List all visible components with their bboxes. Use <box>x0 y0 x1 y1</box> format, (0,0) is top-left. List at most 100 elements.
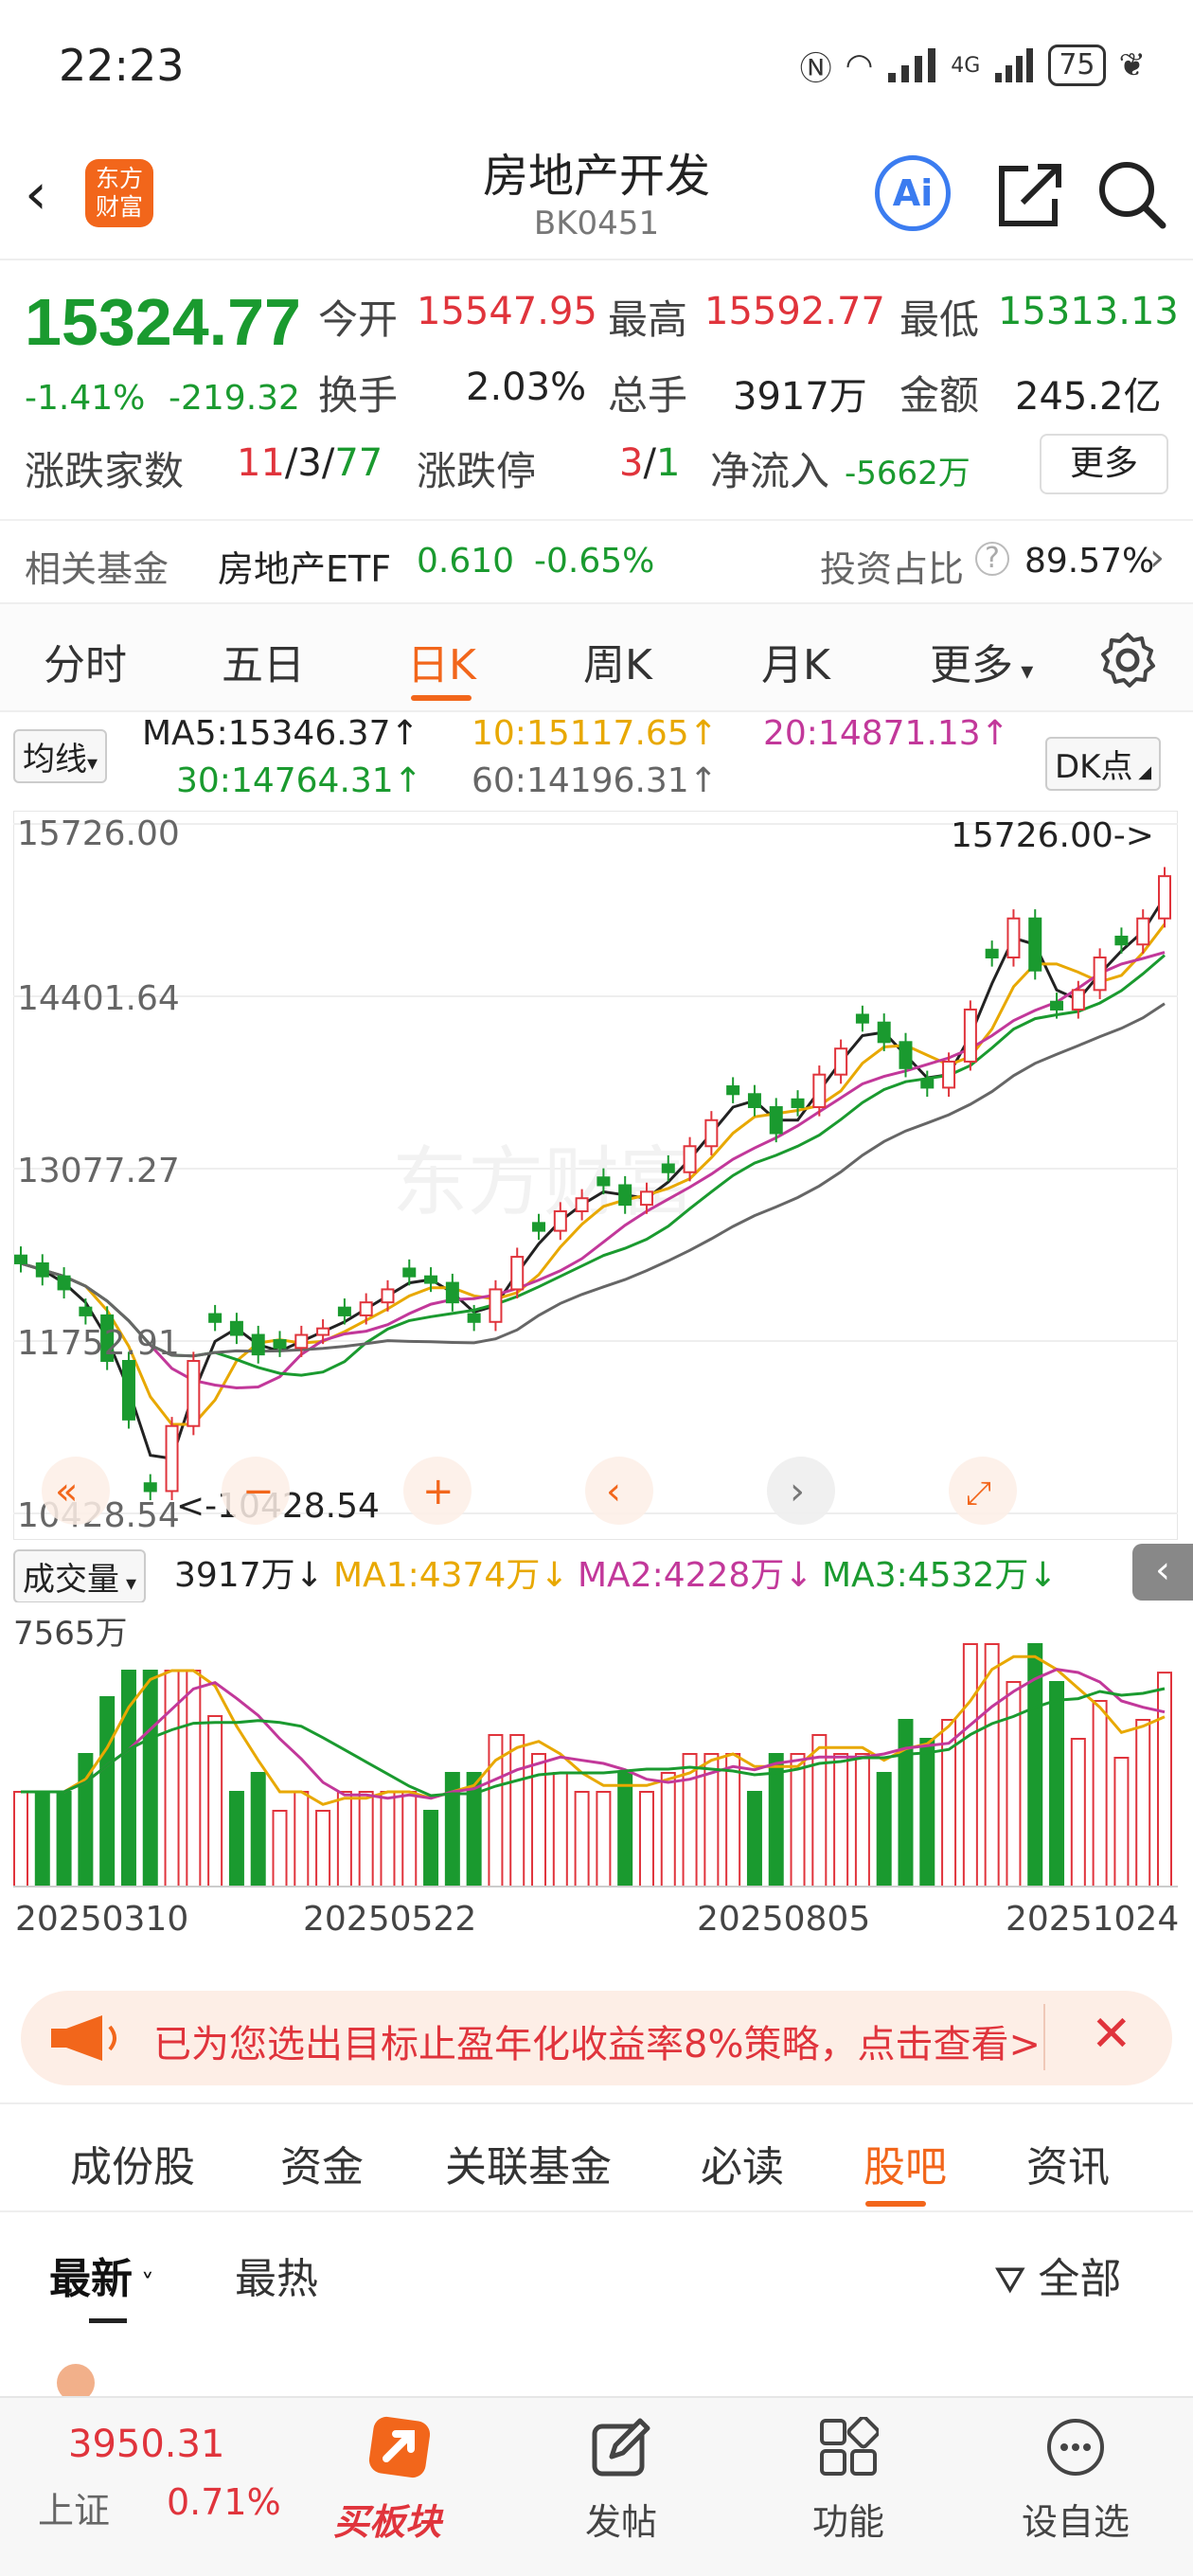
grid-icon <box>820 2417 879 2476</box>
scroll-right-button[interactable]: › <box>767 1457 835 1525</box>
candle-body <box>1136 917 1150 946</box>
volume-bar <box>509 1734 525 1887</box>
volume-bar <box>294 1791 310 1887</box>
tab-weekly-k[interactable]: 周K <box>583 631 652 691</box>
breadth-label: 涨跌家数 <box>25 448 185 494</box>
sort-latest[interactable]: 最新 ˅ <box>49 2245 154 2305</box>
candle-body <box>704 1118 719 1148</box>
netflow-label: 净流入 <box>710 448 830 494</box>
function-label: 功能 <box>811 2501 884 2543</box>
bottom-nav: 3950.31 上证 0.71% 买板块 发帖 功能 设自选 <box>0 2396 1193 2576</box>
index-name: 上证 <box>38 2490 111 2531</box>
volume-bar <box>919 1738 935 1887</box>
volume-bar <box>207 1715 223 1887</box>
caret-down-icon: ▾ <box>1013 657 1034 686</box>
date-tick: 20250522 <box>303 1900 477 1939</box>
ma30-value: 30:14764.31↑ <box>176 761 422 800</box>
tab-forum[interactable]: 股吧 <box>864 2133 947 2193</box>
buy-block-icon <box>368 2416 431 2478</box>
filter-button[interactable]: ⛛ 全部 <box>994 2245 1121 2305</box>
close-icon[interactable]: ✕ <box>1091 2006 1132 2063</box>
volume-bar <box>725 1753 741 1887</box>
breadth-up: 11 <box>237 441 285 485</box>
buy-block-button[interactable]: 买板块 <box>312 2398 483 2576</box>
tab-news[interactable]: 资讯 <box>1026 2133 1110 2193</box>
candle-body <box>1093 956 1107 992</box>
collapse-panel-button[interactable]: ‹ <box>1132 1544 1193 1601</box>
volume-bar <box>854 1753 870 1887</box>
candle-body <box>1114 936 1129 946</box>
volume-bar <box>186 1670 202 1887</box>
help-icon[interactable]: ? <box>975 542 1009 576</box>
tab-more[interactable]: 更多 ▾ <box>930 631 1033 691</box>
buy-block-label: 买板块 <box>333 2501 442 2543</box>
tab-daily-k[interactable]: 日K <box>407 631 476 691</box>
settings-gear-icon[interactable] <box>1098 631 1157 689</box>
candle-body <box>510 1256 525 1291</box>
tab-must-read[interactable]: 必读 <box>701 2133 784 2193</box>
ai-assistant-icon[interactable]: Ai <box>875 155 951 231</box>
fullscreen-button[interactable]: ⤢ <box>949 1457 1017 1525</box>
chart-left-fast-button[interactable]: « <box>42 1457 110 1525</box>
tab-components[interactable]: 成份股 <box>70 2133 195 2193</box>
volume-selector[interactable]: 成交量 ▾ <box>13 1549 147 1603</box>
candle-body <box>877 1021 891 1044</box>
nfc-icon: Ⓝ <box>799 49 832 88</box>
scroll-left-button[interactable]: ‹ <box>585 1457 653 1525</box>
ma-selector[interactable]: 均线▾ <box>13 729 108 783</box>
date-tick: 20251024 <box>1006 1900 1180 1939</box>
breadth-values: 11/3/77 <box>237 441 383 485</box>
candle-body <box>187 1360 201 1427</box>
active-tab-indicator <box>865 2201 926 2207</box>
candle-body <box>467 1313 481 1323</box>
chart-period-tabs: 分时 五日 日K 周K 月K 更多 ▾ <box>0 602 1193 712</box>
kline-chart[interactable]: 东方财富 15726.0014401.6413077.2711752.91104… <box>12 810 1179 1541</box>
search-icon[interactable] <box>1093 153 1168 233</box>
candle-body <box>834 1047 848 1076</box>
function-button[interactable]: 功能 <box>754 2398 943 2576</box>
index-ticker[interactable]: 3950.31 上证 0.71% <box>0 2398 281 2576</box>
promo-banner[interactable]: 已为您选出目标止盈年化收益率8%策略，点击查看> ✕ <box>21 1991 1172 2085</box>
index-value: 3950.31 <box>68 2423 225 2466</box>
leaf-icon: ❦ <box>1118 46 1147 84</box>
volume-legend-row: 成交量 ▾ 3917万↓ MA1:4374万↓ MA2:4228万↓ MA3:4… <box>0 1540 1193 1603</box>
tab-monthly-k[interactable]: 月K <box>761 631 830 691</box>
ma20-value: 20:14871.13↑ <box>763 714 1009 753</box>
volume-bar <box>358 1791 374 1887</box>
post-button[interactable]: 发帖 <box>526 2398 716 2576</box>
candle-body <box>251 1333 265 1356</box>
candle-body <box>942 1060 956 1089</box>
related-fund-row[interactable]: 相关基金 房地产ETF 0.610 -0.65% 投资占比 ? 89.57% › <box>0 519 1193 600</box>
volume-bar <box>876 1772 892 1887</box>
tab-funds-flow[interactable]: 资金 <box>280 2133 364 2193</box>
zoom-in-button[interactable]: + <box>403 1457 472 1525</box>
share-icon[interactable] <box>990 153 1066 233</box>
filter-icon: ⛛ <box>994 2259 1039 2302</box>
candle-body <box>316 1327 330 1336</box>
chevron-right-icon: › <box>790 1470 805 1513</box>
volume-bar <box>898 1719 914 1887</box>
high-value: 15592.77 <box>704 290 885 333</box>
volume-ma1: MA1:4374万↓ <box>333 1556 569 1595</box>
tab-intraday[interactable]: 分时 <box>44 631 127 691</box>
volume-chart[interactable]: 7565万 <box>13 1602 1178 1905</box>
high-label: 最高 <box>608 296 688 343</box>
volume-bar <box>401 1791 418 1887</box>
volume-bar <box>228 1791 244 1887</box>
volume-bar <box>336 1791 352 1887</box>
chevron-left-icon: ‹ <box>606 1470 621 1513</box>
zoom-out-button[interactable]: − <box>222 1457 290 1525</box>
watchlist-button[interactable]: 设自选 <box>981 2398 1170 2576</box>
candle-body <box>79 1306 93 1316</box>
status-bar: 22:23 Ⓝ ◠ 4G 75 ❦ <box>0 0 1193 133</box>
tab-related-funds[interactable]: 关联基金 <box>445 2133 612 2193</box>
dk-point-button[interactable]: DK点 ◢ <box>1045 737 1162 791</box>
more-button[interactable]: 更多 <box>1040 434 1168 494</box>
volume-bar <box>142 1670 158 1887</box>
candle-body <box>14 1254 27 1264</box>
candle-body <box>1158 875 1171 920</box>
tab-five-day[interactable]: 五日 <box>222 631 305 691</box>
chevron-right-icon: › <box>1149 536 1165 580</box>
candle-body <box>489 1288 503 1323</box>
sort-hot[interactable]: 最热 <box>235 2245 318 2305</box>
